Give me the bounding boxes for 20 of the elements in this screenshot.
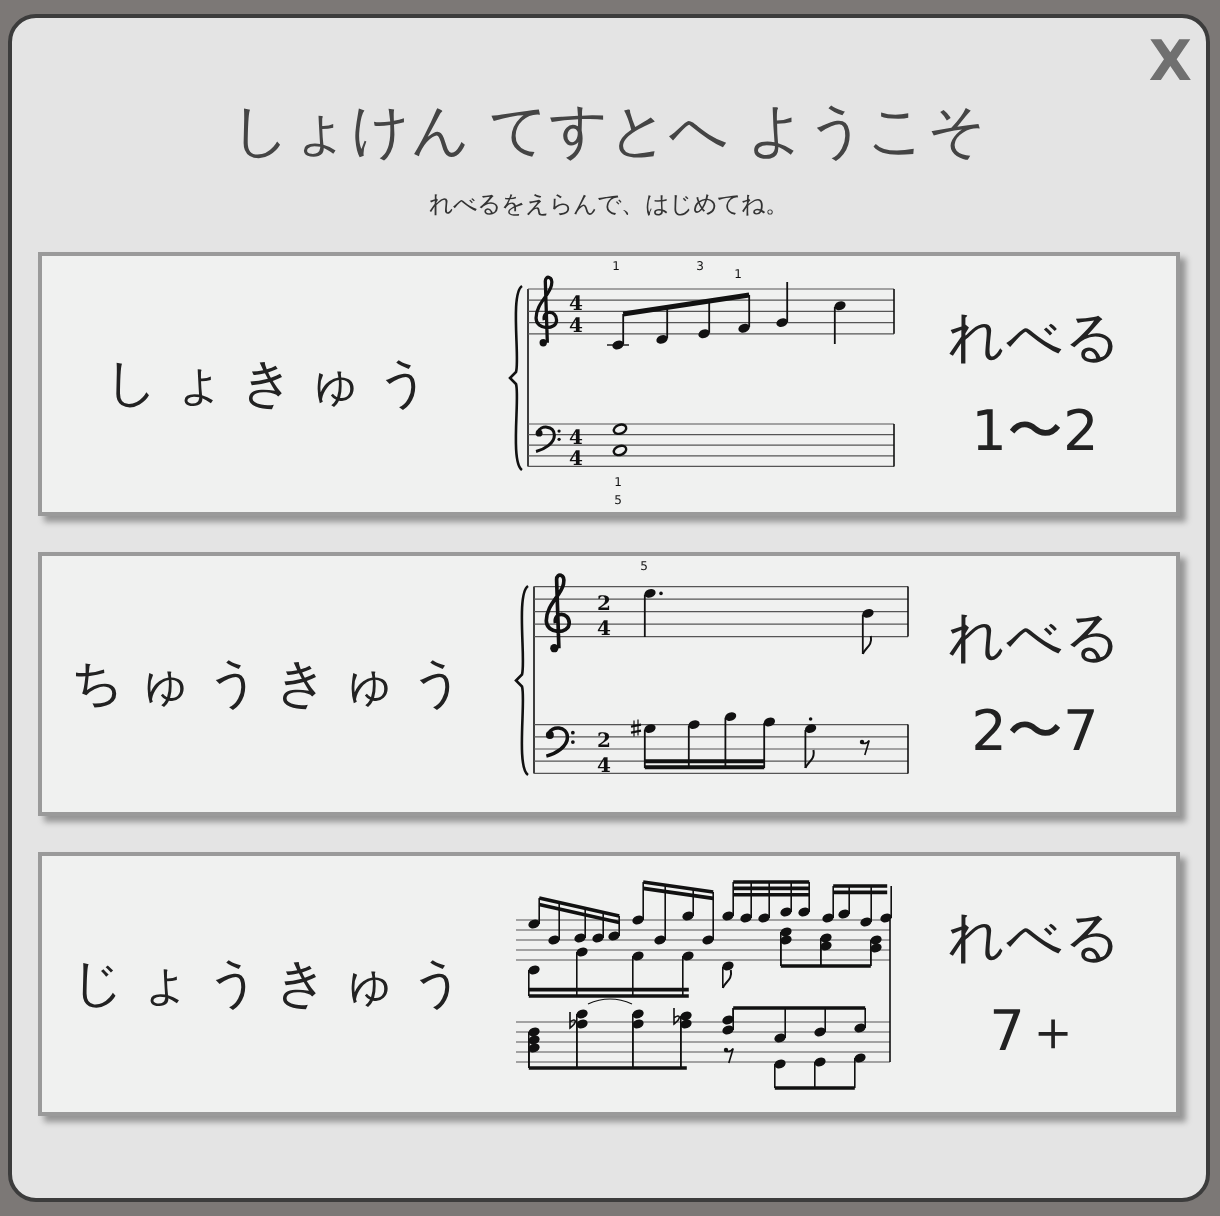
level-name: ちゅうきゅう — [71, 651, 479, 717]
time-signature-digit: 4 — [597, 755, 611, 778]
level-range: 1〜2 — [971, 396, 1099, 468]
level-range: 7＋ — [989, 996, 1081, 1068]
time-signature-digit: 2 — [597, 594, 611, 616]
level-range: 2〜7 — [971, 696, 1099, 768]
level-card[interactable]: じょうきゅう れべる 7＋ — [38, 852, 1180, 1116]
level-label: れべる — [948, 302, 1122, 374]
time-signature-digit: 4 — [569, 293, 583, 316]
time-signature-digit: 2 — [597, 731, 611, 754]
level-label: れべる — [948, 902, 1122, 974]
level-label: れべる — [948, 602, 1122, 674]
time-signature-digit: 4 — [597, 619, 611, 641]
time-signature-digit: 4 — [569, 316, 583, 339]
level-name: じょうきゅう — [71, 951, 479, 1017]
level-name: しょきゅう — [105, 351, 445, 417]
dialog-subtitle: れべるをえらんで、はじめてね。 — [429, 188, 789, 220]
dialog-title: しょけん てすとへ ようこそ — [230, 94, 988, 166]
close-button[interactable]: X — [1148, 34, 1192, 90]
time-signature-digit: 4 — [569, 448, 583, 471]
